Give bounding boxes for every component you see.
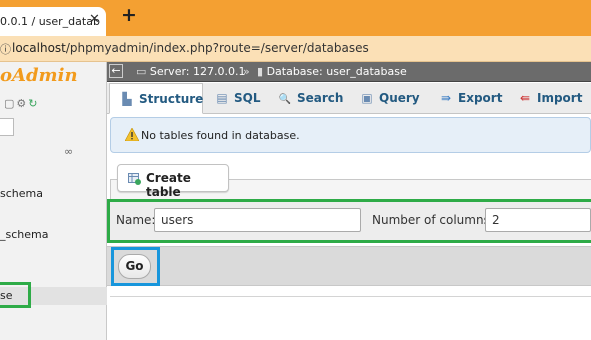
url-host: localhost: [12, 41, 66, 55]
notice-text: No tables found in database.: [141, 129, 300, 142]
highlight-go-button: [111, 247, 160, 286]
browser-tab-bar: 0.0.1 / user_datab ✕ +: [0, 0, 591, 36]
tab-import[interactable]: ⇚ Import: [518, 83, 583, 114]
tab-query[interactable]: ▣ Query: [360, 83, 420, 114]
import-icon: ⇚: [519, 91, 531, 105]
database-icon: ▮: [257, 65, 264, 78]
server-crumb[interactable]: ▭ Server: 127.0.0.1: [136, 65, 245, 78]
site-info-icon[interactable]: ⓘ: [0, 41, 11, 57]
form-actions-bar: [107, 246, 591, 286]
tab-sql-label: SQL: [234, 91, 261, 105]
highlight-selected-database: [0, 282, 31, 308]
collapse-nav-icon[interactable]: ←: [109, 64, 123, 78]
tab-structure-label: Structure: [139, 92, 204, 106]
breadcrumb-separator: »: [243, 65, 250, 78]
settings-icon[interactable]: ⚙: [16, 97, 28, 110]
reload-icon[interactable]: ↻: [28, 97, 39, 110]
home-icon[interactable]: ▢: [4, 97, 16, 110]
create-table-legend: Create table: [117, 164, 229, 199]
tab-import-label: Import: [537, 91, 583, 105]
nav-toolbar-icons: ▢⚙↻: [4, 97, 40, 110]
server-icon: ▭: [136, 65, 147, 78]
address-bar[interactable]: ⓘ localhost/phpmyadmin/index.php?route=/…: [0, 36, 591, 62]
link-icon[interactable]: ∞: [64, 145, 73, 158]
url-text[interactable]: localhost/phpmyadmin/index.php?route=/se…: [12, 41, 369, 55]
tab-export[interactable]: ⇛ Export: [439, 83, 502, 114]
warning-icon: [125, 128, 139, 141]
search-icon: 🔍: [278, 94, 292, 105]
browser-tab-title: 0.0.1 / user_datab: [0, 15, 100, 28]
database-tabs: ▙ Structure ▤ SQL 🔍 Search ▣ Query ⇛ Export ⇚…: [107, 83, 591, 114]
server-crumb-label: Server: 127.0.0.1: [149, 65, 246, 78]
phpmyadmin-logo[interactable]: oAdmin: [0, 65, 78, 86]
tab-export-label: Export: [458, 91, 503, 105]
tab-search[interactable]: 🔍 Search: [278, 83, 344, 114]
create-table-title: Create table: [146, 171, 191, 199]
query-icon: ▣: [361, 91, 373, 105]
url-path: /phpmyadmin/index.php?route=/server/data…: [65, 41, 369, 55]
database-item-performance-schema[interactable]: _schema: [0, 228, 48, 241]
breadcrumb: ← ▭ Server: 127.0.0.1 » ▮ Database: user…: [107, 62, 591, 82]
tab-structure[interactable]: ▙ Structure: [109, 83, 203, 114]
database-crumb[interactable]: ▮ Database: user_database: [257, 65, 407, 78]
tab-query-label: Query: [379, 91, 420, 105]
database-item-information-schema[interactable]: schema: [0, 187, 43, 200]
structure-icon: ▙: [122, 92, 132, 106]
highlight-create-form: [107, 199, 591, 243]
sql-icon: ▤: [216, 91, 228, 105]
nav-filter-box[interactable]: [0, 118, 14, 136]
tab-search-label: Search: [297, 91, 344, 105]
divider: [110, 296, 591, 297]
close-tab-icon[interactable]: ✕: [89, 12, 100, 27]
notice-message: No tables found in database.: [110, 117, 591, 153]
database-crumb-label: Database: user_database: [266, 65, 407, 78]
new-tab-button[interactable]: +: [121, 4, 137, 26]
tab-sql[interactable]: ▤ SQL: [215, 83, 261, 114]
export-icon: ⇛: [440, 91, 452, 105]
create-table-icon: [128, 173, 141, 185]
browser-tab[interactable]: 0.0.1 / user_datab ✕: [0, 7, 106, 36]
